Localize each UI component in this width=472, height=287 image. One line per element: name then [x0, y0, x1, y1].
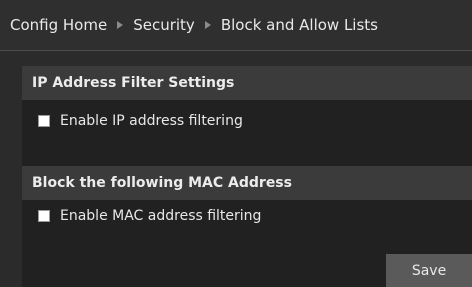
breadcrumb-config-home[interactable]: Config Home [10, 16, 107, 34]
mac-filter-section-title: Block the following MAC Address [22, 166, 472, 200]
header-divider [0, 50, 472, 51]
ip-filter-section-title: IP Address Filter Settings [22, 66, 472, 100]
ip-filter-checkbox[interactable] [38, 115, 50, 127]
mac-filter-checkbox-row[interactable]: Enable MAC address filtering [38, 208, 261, 224]
mac-filter-checkbox[interactable] [38, 210, 50, 222]
settings-panel: IP Address Filter Settings Enable IP add… [22, 66, 472, 287]
breadcrumb-security[interactable]: Security [133, 16, 195, 34]
breadcrumb-separator-icon [204, 21, 211, 29]
mac-filter-checkbox-label[interactable]: Enable MAC address filtering [60, 208, 261, 224]
breadcrumb-block-allow-lists: Block and Allow Lists [220, 16, 378, 34]
breadcrumb: Config Home Security Block and Allow Lis… [0, 0, 472, 50]
save-button[interactable]: Save [386, 254, 472, 287]
ip-filter-checkbox-label[interactable]: Enable IP address filtering [60, 113, 243, 129]
ip-filter-checkbox-row[interactable]: Enable IP address filtering [38, 113, 243, 129]
breadcrumb-separator-icon [117, 21, 124, 29]
